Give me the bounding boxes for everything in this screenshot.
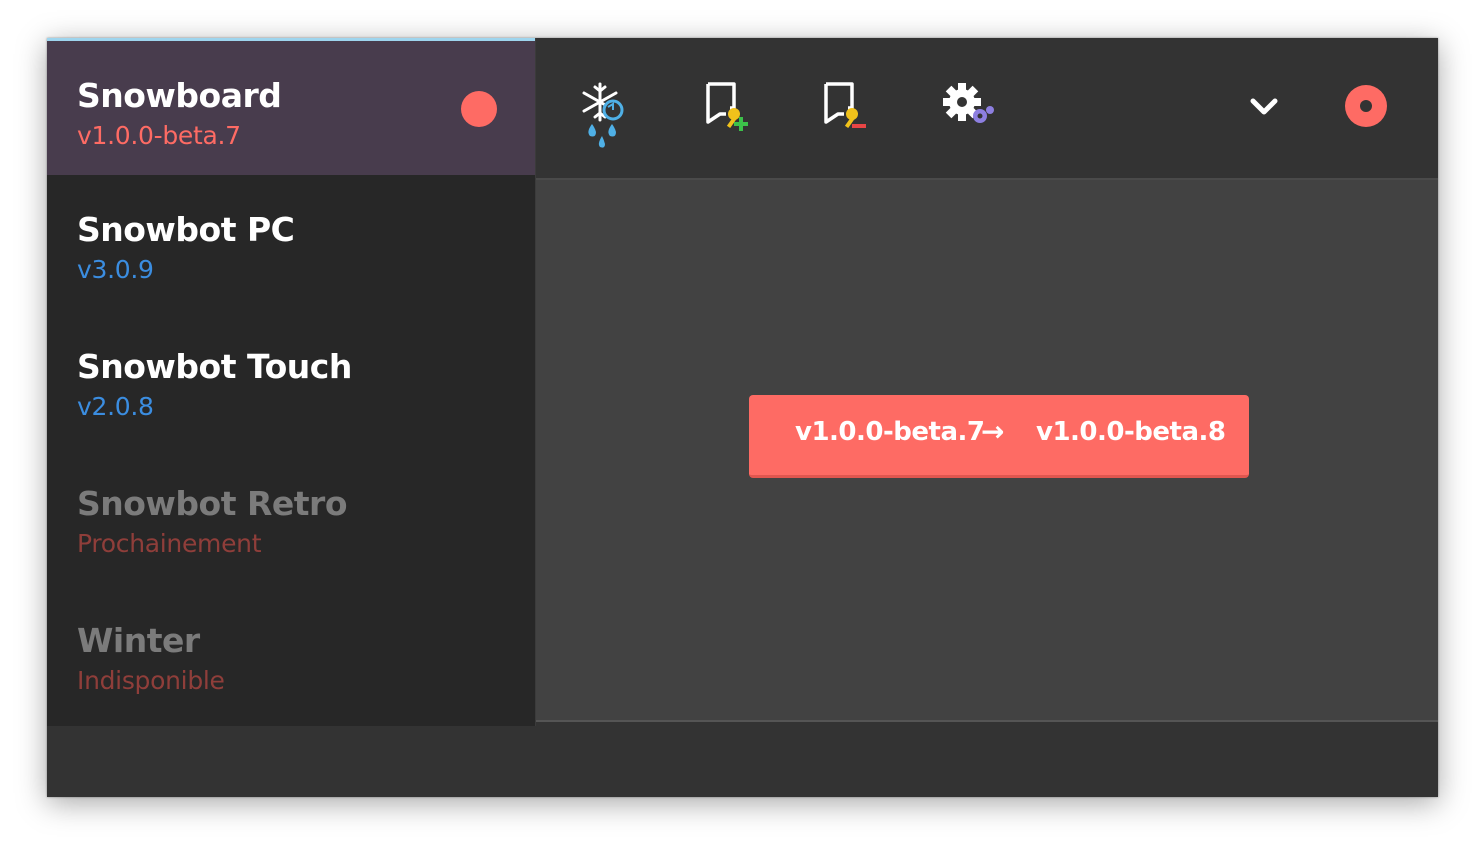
- sidebar-item-name: Winter: [77, 621, 200, 660]
- sidebar-item-name: Snowbot Touch: [77, 347, 352, 386]
- new-version: v1.0.0-beta.8: [1036, 417, 1226, 447]
- key-add-icon[interactable]: [702, 78, 762, 142]
- status-dot: [461, 91, 497, 127]
- sidebar-item-snowbot-retro[interactable]: Snowbot Retro Prochainement: [47, 452, 535, 589]
- record-icon[interactable]: [1344, 84, 1388, 128]
- divider: [536, 720, 1438, 722]
- sidebar-item-version: v3.0.9: [77, 255, 154, 284]
- gear-settings-icon[interactable]: [940, 78, 1000, 142]
- sidebar: Snowboard v1.0.0-beta.7 Snowbot PC v3.0.…: [47, 38, 535, 726]
- sidebar-item-snowbot-touch[interactable]: Snowbot Touch v2.0.8: [47, 315, 535, 452]
- sidebar-item-version: v2.0.8: [77, 392, 154, 421]
- footer-bar: [47, 726, 1438, 797]
- sidebar-item-snowbot-pc[interactable]: Snowbot PC v3.0.9: [47, 178, 535, 315]
- update-button[interactable]: v1.0.0-beta.7 → v1.0.0-beta.8: [749, 395, 1249, 478]
- sidebar-item-winter[interactable]: Winter Indisponible: [47, 589, 535, 726]
- sidebar-item-snowboard[interactable]: Snowboard v1.0.0-beta.7: [47, 38, 535, 175]
- sidebar-item-version: v1.0.0-beta.7: [77, 121, 241, 150]
- chevron-down-icon[interactable]: [1246, 90, 1282, 126]
- sidebar-item-version: Prochainement: [77, 529, 262, 558]
- main-panel: v1.0.0-beta.7 → v1.0.0-beta.8: [536, 180, 1438, 720]
- sidebar-item-name: Snowbot Retro: [77, 484, 348, 523]
- sidebar-item-name: Snowboard: [77, 76, 282, 115]
- snowflake-sync-icon[interactable]: [578, 80, 638, 148]
- sidebar-item-version: Indisponible: [77, 666, 225, 695]
- key-remove-icon[interactable]: [820, 78, 880, 142]
- sidebar-item-name: Snowbot PC: [77, 210, 295, 249]
- current-version: v1.0.0-beta.7: [795, 417, 985, 447]
- arrow-right-icon: →: [981, 415, 1004, 448]
- toolbar: [536, 38, 1438, 180]
- app-window: Snowboard v1.0.0-beta.7 Snowbot PC v3.0.…: [47, 38, 1438, 797]
